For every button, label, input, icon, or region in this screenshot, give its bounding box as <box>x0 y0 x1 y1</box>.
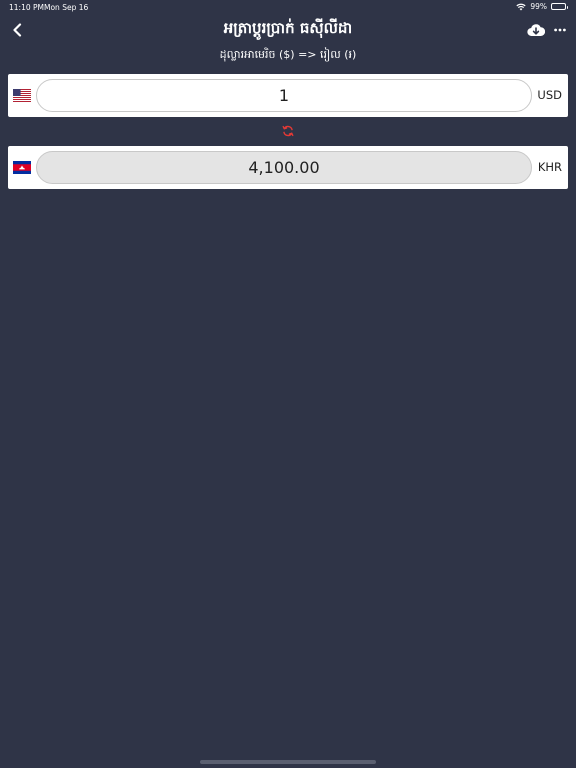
status-right: 99% <box>516 2 568 11</box>
page-title: អត្រាប្តូរប្រាក់ ធស៊ីលីដា <box>223 19 353 37</box>
from-currency-card: USD <box>8 74 568 117</box>
wifi-icon <box>516 3 526 10</box>
status-bar: 11:10 PM Mon Sep 16 99% <box>0 0 576 14</box>
cambodia-flag-icon <box>13 161 31 174</box>
battery-icon <box>551 3 568 10</box>
battery-percent: 99% <box>530 2 547 11</box>
to-amount-field[interactable] <box>36 151 532 184</box>
more-button[interactable] <box>552 21 568 39</box>
from-currency-code: USD <box>537 88 562 102</box>
from-amount-input[interactable] <box>36 79 532 112</box>
us-flag-icon <box>13 89 31 102</box>
refresh-icon <box>282 125 294 137</box>
status-time: 11:10 PM <box>9 3 44 12</box>
more-horizontal-icon <box>554 28 566 32</box>
swap-button[interactable] <box>280 124 296 138</box>
conversion-direction-label: ដុល្លារអាមេរិច ($) => រៀល (៛) <box>219 48 357 61</box>
cloud-download-icon <box>527 24 545 37</box>
home-indicator <box>200 760 376 764</box>
to-currency-card: KHR <box>8 146 568 189</box>
download-button[interactable] <box>526 21 546 39</box>
to-currency-code: KHR <box>537 160 562 174</box>
nav-bar: អត្រាប្តូរប្រាក់ ធស៊ីលីដា <box>0 14 576 46</box>
status-date: Mon Sep 16 <box>44 3 89 12</box>
